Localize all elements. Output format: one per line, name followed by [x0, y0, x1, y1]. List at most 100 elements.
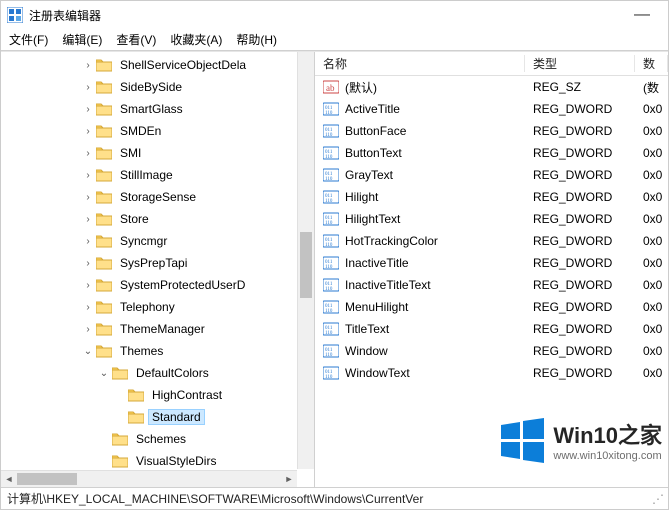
- tree-item-label: Store: [116, 211, 153, 227]
- column-header-name[interactable]: 名称: [315, 55, 525, 72]
- tree-item[interactable]: ›HighContrast: [1, 384, 314, 406]
- menu-favorites[interactable]: 收藏夹(A): [170, 31, 222, 48]
- tree-item[interactable]: ›StillImage: [1, 164, 314, 186]
- tree-item[interactable]: ›Schemes: [1, 428, 314, 450]
- value-row[interactable]: ab(默认)REG_SZ(数: [315, 76, 668, 98]
- tree-item[interactable]: ›SmartGlass: [1, 98, 314, 120]
- value-type: REG_DWORD: [525, 124, 635, 138]
- value-data: 0x0: [635, 190, 668, 204]
- value-row[interactable]: 011110HotTrackingColorREG_DWORD0x0: [315, 230, 668, 252]
- menu-file[interactable]: 文件(F): [9, 31, 48, 48]
- chevron-right-icon[interactable]: ›: [81, 126, 95, 137]
- value-row[interactable]: 011110InactiveTitleTextREG_DWORD0x0: [315, 274, 668, 296]
- column-header-type[interactable]: 类型: [525, 55, 635, 72]
- value-row[interactable]: 011110HilightREG_DWORD0x0: [315, 186, 668, 208]
- minimize-button[interactable]: —: [622, 6, 662, 24]
- folder-icon: [112, 366, 128, 380]
- value-data: 0x0: [635, 300, 668, 314]
- tree-item-label: Themes: [116, 343, 167, 359]
- scrollbar-thumb[interactable]: [300, 232, 312, 298]
- resize-grip-icon[interactable]: ⋰: [652, 492, 662, 506]
- value-row[interactable]: 011110ButtonFaceREG_DWORD0x0: [315, 120, 668, 142]
- scrollbar-thumb[interactable]: [17, 473, 77, 485]
- tree-pane[interactable]: ›ShellServiceObjectDela›SideBySide›Smart…: [1, 52, 315, 487]
- tree-item[interactable]: ›SystemProtectedUserD: [1, 274, 314, 296]
- tree-item[interactable]: ›ThemeManager: [1, 318, 314, 340]
- chevron-down-icon[interactable]: ⌄: [97, 368, 111, 379]
- dword-value-icon: 011110: [323, 343, 339, 359]
- value-row[interactable]: 011110TitleTextREG_DWORD0x0: [315, 318, 668, 340]
- value-name: MenuHilight: [345, 300, 408, 314]
- tree-item[interactable]: › Store: [1, 208, 314, 230]
- tree-scrollbar-horizontal[interactable]: ◄ ►: [1, 470, 297, 487]
- chevron-right-icon[interactable]: ›: [81, 236, 95, 247]
- menu-view[interactable]: 查看(V): [116, 31, 156, 48]
- chevron-right-icon[interactable]: ›: [81, 214, 95, 225]
- tree-scrollbar-vertical[interactable]: [297, 52, 314, 469]
- value-type: REG_DWORD: [525, 366, 635, 380]
- tree-item[interactable]: ›VisualStyleDirs: [1, 450, 314, 472]
- tree-item[interactable]: ›SysPrepTapi: [1, 252, 314, 274]
- tree-item[interactable]: ›SMI: [1, 142, 314, 164]
- svg-text:110: 110: [325, 111, 333, 116]
- chevron-right-icon[interactable]: ›: [81, 60, 95, 71]
- chevron-right-icon[interactable]: ›: [81, 258, 95, 269]
- folder-icon: [128, 410, 144, 424]
- chevron-right-icon[interactable]: ›: [81, 302, 95, 313]
- value-row[interactable]: 011110WindowREG_DWORD0x0: [315, 340, 668, 362]
- column-header-data[interactable]: 数: [635, 55, 668, 72]
- tree-item[interactable]: ›SideBySide: [1, 76, 314, 98]
- tree-item[interactable]: ⌄ Themes: [1, 340, 314, 362]
- value-name: WindowText: [345, 366, 410, 380]
- value-row[interactable]: 011110WindowTextREG_DWORD0x0: [315, 362, 668, 384]
- svg-text:ab: ab: [326, 83, 335, 93]
- scroll-right-icon[interactable]: ►: [281, 471, 297, 487]
- folder-icon: [96, 58, 112, 72]
- svg-text:110: 110: [325, 155, 333, 160]
- value-list-pane[interactable]: 名称 类型 数 ab(默认)REG_SZ(数011110ActiveTitleR…: [315, 52, 668, 487]
- chevron-down-icon[interactable]: ⌄: [81, 346, 95, 357]
- value-type: REG_DWORD: [525, 146, 635, 160]
- tree-item[interactable]: ›Syncmgr: [1, 230, 314, 252]
- chevron-right-icon[interactable]: ›: [81, 280, 95, 291]
- dword-value-icon: 011110: [323, 189, 339, 205]
- app-icon: [7, 7, 23, 23]
- value-row[interactable]: 011110InactiveTitleREG_DWORD0x0: [315, 252, 668, 274]
- value-data: (数: [635, 79, 668, 96]
- svg-text:110: 110: [325, 375, 333, 380]
- menu-help[interactable]: 帮助(H): [236, 31, 277, 48]
- value-row[interactable]: 011110HilightTextREG_DWORD0x0: [315, 208, 668, 230]
- folder-icon: [96, 322, 112, 336]
- titlebar[interactable]: 注册表编辑器 —: [1, 1, 668, 29]
- tree-item[interactable]: ›Telephony: [1, 296, 314, 318]
- chevron-right-icon[interactable]: ›: [81, 170, 95, 181]
- chevron-right-icon[interactable]: ›: [81, 148, 95, 159]
- tree-item-label: Standard: [148, 409, 205, 425]
- chevron-right-icon[interactable]: ›: [81, 82, 95, 93]
- menu-edit[interactable]: 编辑(E): [62, 31, 102, 48]
- value-row[interactable]: 011110ActiveTitleREG_DWORD0x0: [315, 98, 668, 120]
- svg-text:110: 110: [325, 353, 333, 358]
- dword-value-icon: 011110: [323, 123, 339, 139]
- tree-item[interactable]: ›SMDEn: [1, 120, 314, 142]
- chevron-right-icon[interactable]: ›: [81, 324, 95, 335]
- windows-logo-icon: [499, 417, 545, 463]
- value-name: HotTrackingColor: [345, 234, 438, 248]
- chevron-right-icon[interactable]: ›: [81, 104, 95, 115]
- value-row[interactable]: 011110GrayTextREG_DWORD0x0: [315, 164, 668, 186]
- tree-item[interactable]: ›StorageSense: [1, 186, 314, 208]
- tree-item[interactable]: ›Standard: [1, 406, 314, 428]
- value-row[interactable]: 011110ButtonTextREG_DWORD0x0: [315, 142, 668, 164]
- dword-value-icon: 011110: [323, 233, 339, 249]
- dword-value-icon: 011110: [323, 321, 339, 337]
- value-row[interactable]: 011110MenuHilightREG_DWORD0x0: [315, 296, 668, 318]
- chevron-right-icon[interactable]: ›: [81, 192, 95, 203]
- tree-item[interactable]: ›ShellServiceObjectDela: [1, 54, 314, 76]
- svg-text:110: 110: [325, 133, 333, 138]
- folder-icon: [96, 80, 112, 94]
- value-name: Window: [345, 344, 388, 358]
- folder-icon: [96, 168, 112, 182]
- value-type: REG_DWORD: [525, 256, 635, 270]
- scroll-left-icon[interactable]: ◄: [1, 471, 17, 487]
- tree-item[interactable]: ⌄DefaultColors: [1, 362, 314, 384]
